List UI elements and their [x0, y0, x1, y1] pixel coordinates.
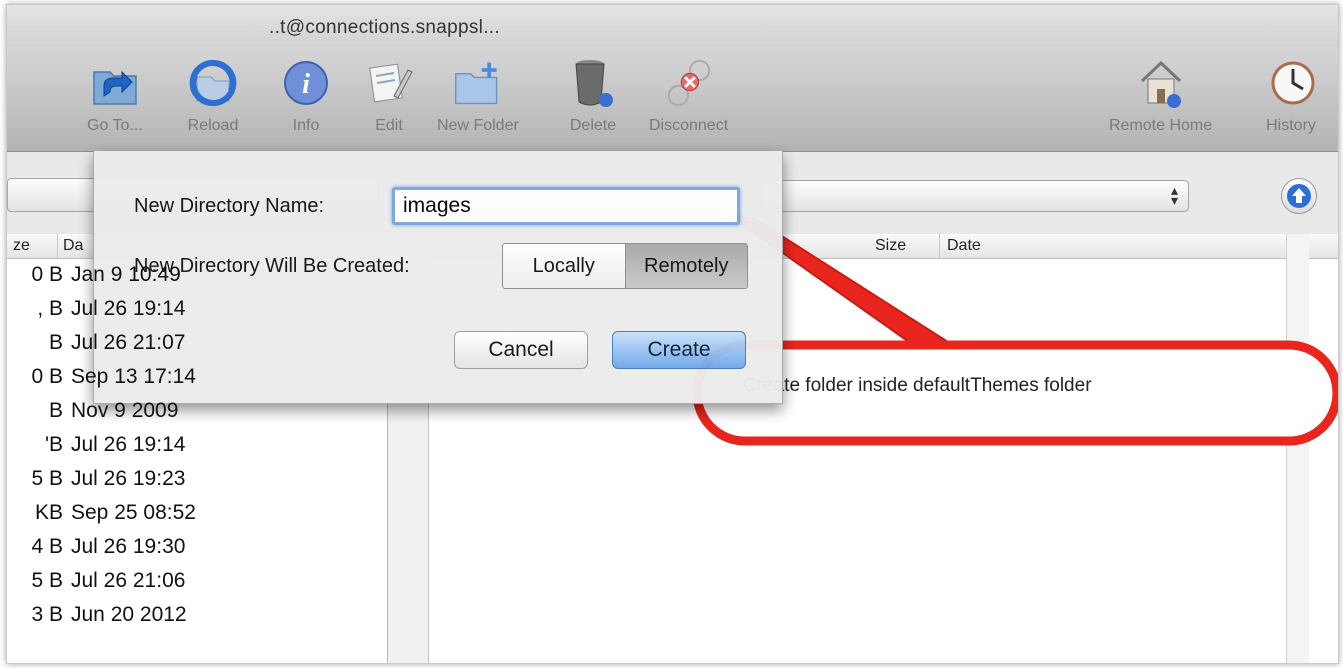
- file-date: Jul 26 19:30: [71, 535, 186, 558]
- segment-locally[interactable]: Locally: [503, 244, 626, 288]
- new-directory-sheet: New Directory Name: New Directory Will B…: [93, 151, 783, 404]
- file-size: , B: [37, 297, 63, 320]
- file-date: Jul 26 21:06: [71, 569, 186, 592]
- file-row[interactable]: 4 B Jul 26 19:30: [19, 535, 185, 569]
- directory-name-label: New Directory Name:: [134, 195, 325, 217]
- file-date: Jul 26 21:07: [71, 331, 186, 354]
- file-date: Jun 20 2012: [71, 603, 187, 626]
- file-date: Jan 9 10:49: [71, 263, 181, 286]
- location-segmented-control[interactable]: Locally Remotely: [502, 243, 748, 289]
- file-date: Sep 25 08:52: [71, 501, 196, 524]
- file-row[interactable]: , B Jul 26 19:14: [19, 297, 185, 331]
- file-row[interactable]: 'B Jul 26 19:14: [19, 433, 185, 467]
- file-row[interactable]: B Jul 26 21:07: [19, 331, 185, 365]
- file-row[interactable]: B Nov 9 2009: [19, 399, 178, 433]
- file-row[interactable]: KB Sep 25 08:52: [19, 501, 196, 535]
- file-size: 5 B: [31, 569, 63, 592]
- file-date: Sep 13 17:14: [71, 365, 196, 388]
- app-window: ..t@connections.snappsl... Go To... Relo…: [6, 4, 1339, 664]
- file-size: 3 B: [31, 603, 63, 626]
- file-size: 4 B: [31, 535, 63, 558]
- file-size: 5 B: [31, 467, 63, 490]
- file-size: B: [48, 399, 63, 422]
- file-row[interactable]: 3 B Jun 20 2012: [19, 603, 187, 637]
- file-row[interactable]: 5 B Jul 26 19:23: [19, 467, 185, 501]
- file-size: 0 B: [31, 365, 63, 388]
- file-date: Nov 9 2009: [71, 399, 179, 422]
- file-date: Jul 26 19:23: [71, 467, 186, 490]
- file-date: Jul 26 19:14: [71, 297, 186, 320]
- file-row[interactable]: 0 B Jan 9 10:49: [19, 263, 181, 297]
- file-size: 'B: [44, 433, 63, 456]
- directory-name-input[interactable]: [392, 187, 740, 225]
- file-size: 0 B: [31, 263, 63, 286]
- file-row[interactable]: 0 B Sep 13 17:14: [19, 365, 196, 399]
- file-date: Jul 26 19:14: [71, 433, 186, 456]
- segment-remotely[interactable]: Remotely: [625, 244, 747, 288]
- create-button[interactable]: Create: [612, 331, 746, 369]
- callout-text: Create folder inside defaultThemes folde…: [743, 375, 1092, 396]
- file-size: KB: [34, 501, 63, 524]
- file-row[interactable]: 5 B Jul 26 21:06: [19, 569, 185, 603]
- file-size: B: [48, 331, 63, 354]
- cancel-button[interactable]: Cancel: [454, 331, 588, 369]
